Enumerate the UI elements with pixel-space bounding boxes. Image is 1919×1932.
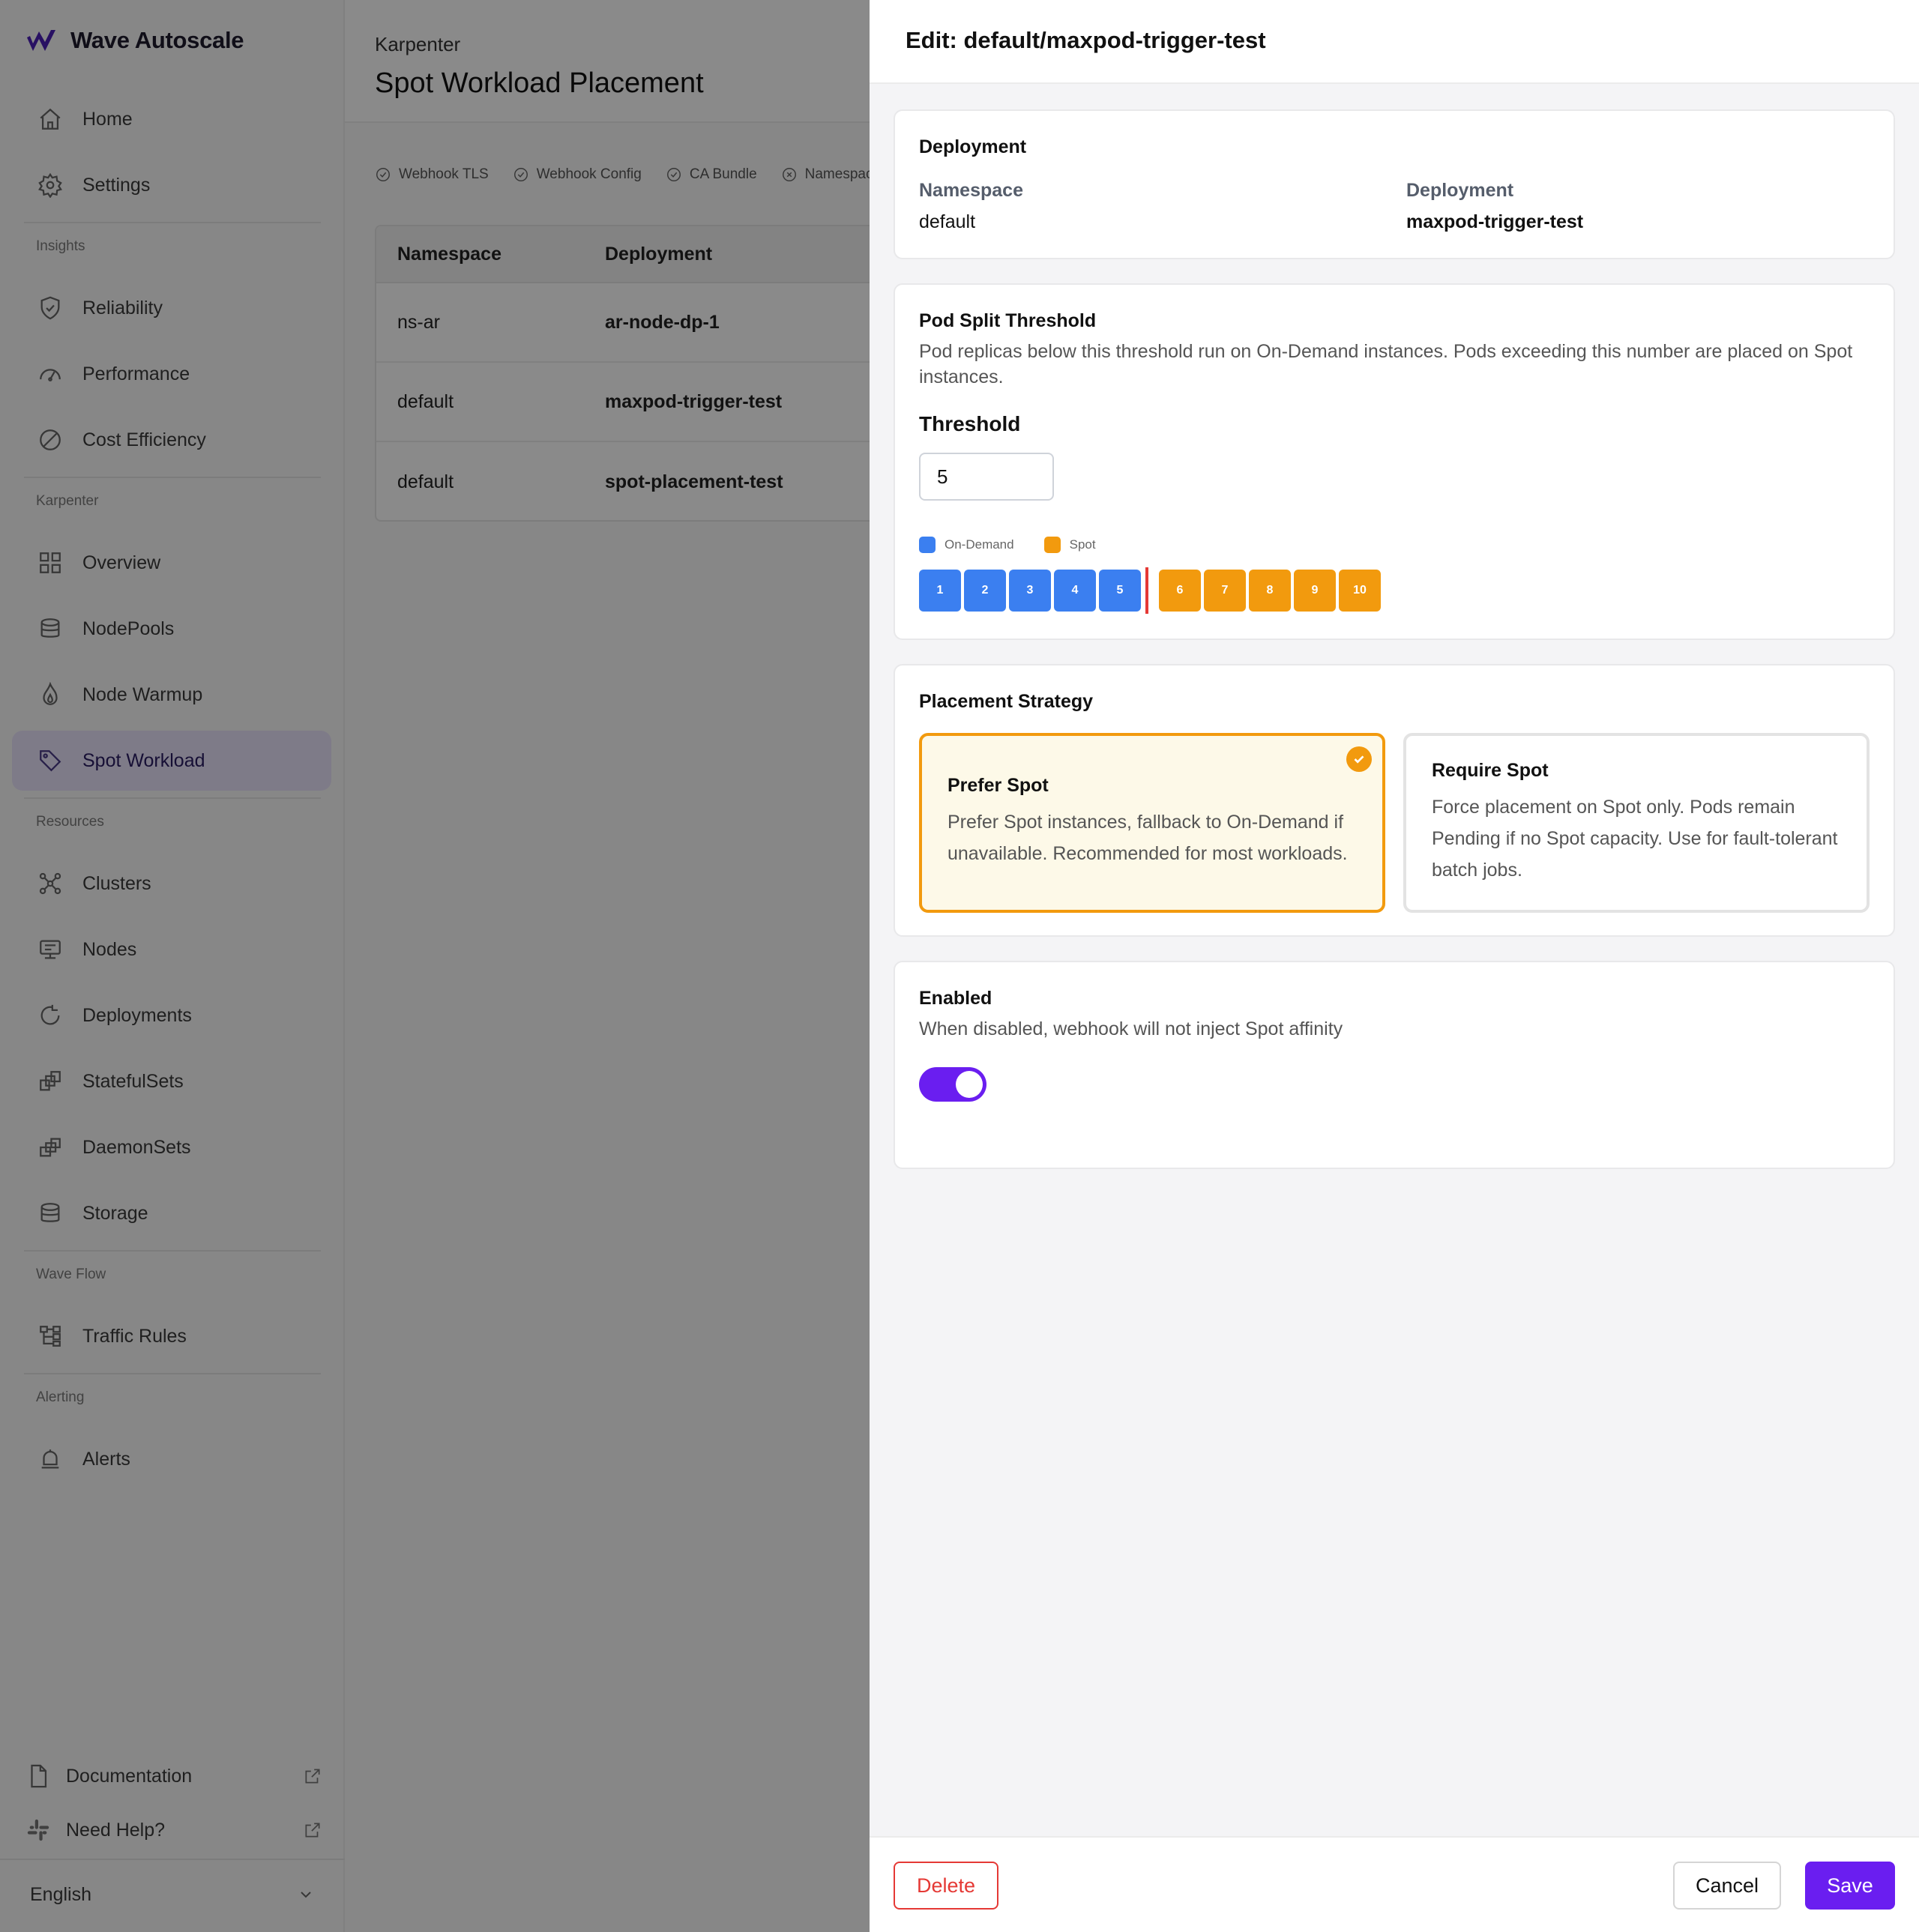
pod-legend: On-Demand Spot xyxy=(919,537,1096,553)
pod-block-on-demand: 4 xyxy=(1054,570,1096,612)
on-demand-swatch xyxy=(919,537,936,553)
threshold-split-line xyxy=(1145,567,1148,614)
pod-block-spot: 6 xyxy=(1159,570,1201,612)
pod-block-spot: 7 xyxy=(1204,570,1246,612)
threshold-label: Threshold xyxy=(919,412,1021,435)
threshold-card-title: Pod Split Threshold xyxy=(919,310,1097,331)
drawer-title: Edit: default/maxpod-trigger-test xyxy=(906,27,1266,53)
pod-block-spot: 9 xyxy=(1294,570,1336,612)
enabled-description: When disabled, webhook will not inject S… xyxy=(919,1018,1343,1039)
pod-split-threshold-card: Pod Split Threshold Pod replicas below t… xyxy=(894,283,1895,640)
deployment-label: Deployment xyxy=(1406,180,1514,201)
namespace-value: default xyxy=(919,211,976,232)
strategy-option-prefer-spot[interactable]: Prefer Spot Prefer Spot instances, fallb… xyxy=(919,733,1385,913)
sidebar-backdrop[interactable] xyxy=(0,0,345,1932)
drawer-footer: Delete Cancel Save xyxy=(870,1836,1919,1932)
cancel-button[interactable]: Cancel xyxy=(1673,1862,1781,1910)
enabled-card: Enabled When disabled, webhook will not … xyxy=(894,961,1895,1169)
strategy-option-require-spot[interactable]: Require Spot Force placement on Spot onl… xyxy=(1403,733,1870,913)
legend-on-demand-label: On-Demand xyxy=(945,537,1014,552)
pod-block-spot: 10 xyxy=(1339,570,1381,612)
deployment-card: Deployment Namespace default Deployment … xyxy=(894,109,1895,259)
legend-spot-label: Spot xyxy=(1069,537,1096,552)
namespace-label: Namespace xyxy=(919,180,1023,201)
pod-block-on-demand: 2 xyxy=(964,570,1006,612)
threshold-input[interactable] xyxy=(919,453,1054,501)
pod-block-on-demand: 1 xyxy=(919,570,961,612)
enabled-toggle[interactable] xyxy=(919,1067,986,1102)
placement-strategy-card: Placement Strategy Prefer Spot Prefer Sp… xyxy=(894,664,1895,937)
pod-block-on-demand: 5 xyxy=(1099,570,1141,612)
deployment-value: maxpod-trigger-test xyxy=(1406,211,1584,232)
edit-drawer: Edit: default/maxpod-trigger-test Deploy… xyxy=(870,0,1919,1932)
deployment-card-title: Deployment xyxy=(919,136,1027,157)
pod-block-spot: 8 xyxy=(1249,570,1291,612)
toggle-knob xyxy=(956,1071,983,1098)
strategy-title: Require Spot xyxy=(1432,760,1549,781)
strategy-title: Prefer Spot xyxy=(948,775,1049,796)
pod-block-on-demand: 3 xyxy=(1009,570,1051,612)
drawer-header: Edit: default/maxpod-trigger-test xyxy=(870,0,1919,84)
save-button[interactable]: Save xyxy=(1805,1862,1895,1910)
check-icon xyxy=(1346,746,1372,772)
enabled-card-title: Enabled xyxy=(919,988,992,1009)
strategy-description: Prefer Spot instances, fallback to On-De… xyxy=(948,812,1348,864)
spot-swatch xyxy=(1043,537,1061,553)
delete-button[interactable]: Delete xyxy=(894,1862,998,1910)
strategy-description: Force placement on Spot only. Pods remai… xyxy=(1432,797,1838,881)
strategy-card-title: Placement Strategy xyxy=(919,691,1094,712)
threshold-description: Pod replicas below this threshold run on… xyxy=(919,341,1853,387)
